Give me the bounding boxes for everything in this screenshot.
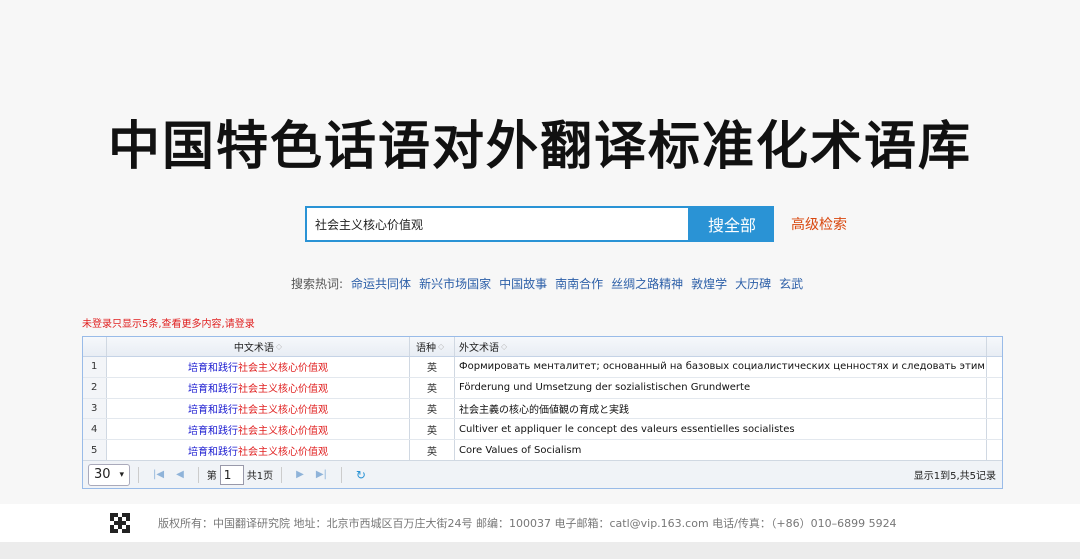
grid-header: 中文术语 ◇ 语种 ◇ 外文术语 ◇ <box>83 337 1002 357</box>
page-number-input[interactable]: 1 <box>219 464 244 485</box>
footer: 版权所有：中国翻译研究院 地址：北京市西城区百万庄大街24号 邮编：100037… <box>0 504 1080 542</box>
foreign-term-cell: Core Values of Socialism <box>455 440 987 460</box>
hot-search-label: 搜索热词: <box>291 277 344 291</box>
refresh-icon[interactable]: ↻ <box>356 468 366 482</box>
pagination-info: 显示1到5,共5记录 <box>913 471 996 482</box>
hot-search-item[interactable]: 命运共同体 <box>351 275 411 292</box>
next-page-icon[interactable]: ▶ <box>296 469 304 480</box>
chinese-term-cell[interactable]: 培育和践行 社会主义核心价值观 <box>107 440 410 460</box>
language-cell: 英 <box>410 440 455 460</box>
language-header[interactable]: 语种 ◇ <box>410 337 455 356</box>
page-title: 中国特色话语对外翻译标准化术语库 <box>107 117 972 177</box>
chevron-down-icon: ▾ <box>119 469 124 480</box>
hot-search-item[interactable]: 玄武 <box>779 275 803 292</box>
first-page-icon[interactable]: |◀ <box>153 469 164 480</box>
table-row[interactable]: 2 培育和践行 社会主义核心价值观 英 Förderung und Umsetzu… <box>83 377 1002 399</box>
page-total-label: 共1页 <box>246 471 274 482</box>
foreign-term-cell: Cultiver et appliquer le concept des val… <box>455 419 987 440</box>
chinese-term-cell[interactable]: 培育和践行 社会主义核心价值观 <box>107 419 410 440</box>
pagination-bar: 30 ▾ |◀ ◀ 第 1 共1页 ▶ ▶| ↻ 显示1到5,共5记录 <box>83 460 1002 488</box>
chinese-term-cell[interactable]: 培育和践行 社会主义核心价值观 <box>107 398 410 419</box>
language-cell: 英 <box>410 398 455 419</box>
foreign-term-cell: Förderung und Umsetzung der sozialistisc… <box>455 377 987 398</box>
foreign-term-cell: Формировать менталитет; основанный на ба… <box>455 357 987 377</box>
qr-code-icon <box>110 513 130 533</box>
hot-search-item[interactable]: 大历碑 <box>735 275 771 292</box>
results-grid: 中文术语 ◇ 语种 ◇ 外文术语 ◇ 1 培育和践行 社会主义核心价值观 英 Форми… <box>82 336 1003 489</box>
advanced-search-link[interactable]: 高级检索 <box>791 214 847 234</box>
hot-search-item[interactable]: 南南合作 <box>555 275 603 292</box>
table-row[interactable]: 5 培育和践行 社会主义核心价值观 英 Core Values of Social… <box>83 440 1002 461</box>
footer-text: 版权所有：中国翻译研究院 地址：北京市西城区百万庄大街24号 邮编：100037… <box>158 517 897 530</box>
hot-search-item[interactable]: 中国故事 <box>499 275 547 292</box>
search-all-button[interactable]: 搜全部 <box>690 206 774 242</box>
sort-icon: ◇ <box>501 342 508 351</box>
sort-icon: ◇ <box>275 342 283 351</box>
search-input[interactable] <box>305 206 690 242</box>
table-row[interactable]: 3 培育和践行 社会主义核心价值观 英 社会主義の核心的価値観の育成と実践 <box>83 398 1002 420</box>
language-cell: 英 <box>410 377 455 398</box>
chinese-term-cell[interactable]: 培育和践行 社会主义核心价值观 <box>107 377 410 398</box>
chinese-term-header[interactable]: 中文术语 ◇ <box>107 337 410 356</box>
login-notice: 未登录只显示5条,查看更多内容,请登录 <box>82 319 255 330</box>
prev-page-icon[interactable]: ◀ <box>176 469 184 480</box>
page-prefix-label: 第 <box>206 471 217 482</box>
foreign-term-header[interactable]: 外文术语 ◇ <box>455 337 987 356</box>
hot-search-item[interactable]: 新兴市场国家 <box>419 275 491 292</box>
search-bar: 搜全部 高级检索 <box>305 206 847 242</box>
language-cell: 英 <box>410 419 455 440</box>
page-size-select[interactable]: 30 ▾ <box>88 463 130 486</box>
table-row[interactable]: 4 培育和践行 社会主义核心价值观 英 Cultiver et appliquer… <box>83 419 1002 441</box>
language-cell: 英 <box>410 357 455 377</box>
hot-search-item[interactable]: 敦煌学 <box>691 275 727 292</box>
chinese-term-cell[interactable]: 培育和践行 社会主义核心价值观 <box>107 357 410 377</box>
hot-search-item[interactable]: 丝绸之路精神 <box>611 275 683 292</box>
row-number-header <box>83 337 107 356</box>
foreign-term-cell: 社会主義の核心的価値観の育成と実践 <box>455 398 987 419</box>
hot-search-bar: 搜索热词: 命运共同体 新兴市场国家 中国故事 南南合作 丝绸之路精神 敦煌学 … <box>291 275 803 292</box>
sort-icon: ◇ <box>438 342 445 351</box>
last-page-icon[interactable]: ▶| <box>316 469 327 480</box>
table-row[interactable]: 1 培育和践行 社会主义核心价值观 英 Формировать менталите… <box>83 357 1002 378</box>
